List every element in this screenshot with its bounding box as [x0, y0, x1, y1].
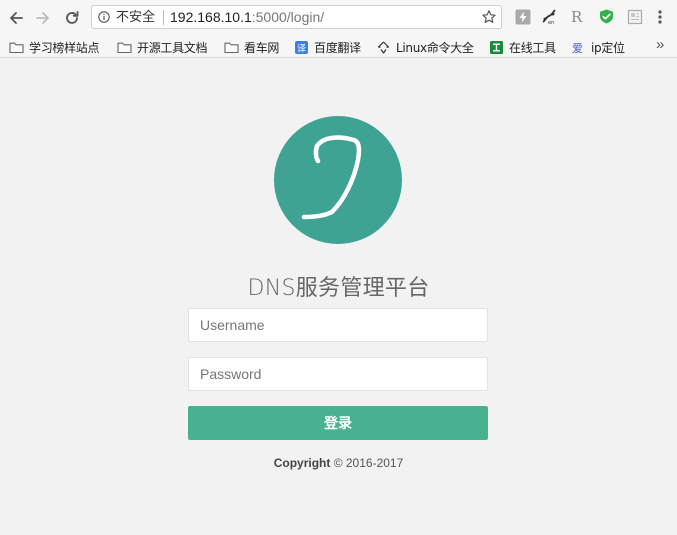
bookmark-label: 百度翻译: [314, 40, 361, 55]
bookmark-item[interactable]: 学习榜样站点: [9, 38, 100, 56]
linux-icon: [376, 41, 391, 54]
login-button[interactable]: 登录: [188, 406, 488, 440]
bookmark-label: 看车网: [244, 40, 280, 55]
bookmark-label: ip定位: [591, 40, 625, 55]
forward-arrow-icon: [36, 12, 49, 24]
svg-text:en: en: [548, 20, 554, 25]
bookmark-label: 学习榜样站点: [29, 40, 100, 55]
bookmark-item[interactable]: Linux命令大全: [376, 38, 474, 56]
address-bar[interactable]: 不安全 192.168.10.1:5000/login/: [91, 5, 502, 29]
forward-button[interactable]: [32, 7, 54, 29]
bookmark-item[interactable]: 看车网: [224, 38, 279, 56]
reload-icon: [66, 11, 79, 24]
page-title: DNS服务管理平台: [247, 276, 430, 301]
location-icon: 爱: [571, 41, 586, 54]
url-text[interactable]: 192.168.10.1:5000/login/: [170, 10, 324, 25]
bookmark-label: 开源工具文档: [137, 40, 208, 55]
brand-logo-icon: [274, 116, 402, 244]
shield-extension-icon[interactable]: [598, 8, 615, 25]
r-extension-icon[interactable]: R: [569, 8, 586, 25]
svg-text:R: R: [571, 8, 583, 25]
folder-icon: [117, 41, 132, 54]
bookmark-item[interactable]: 爱 ip定位: [571, 38, 626, 56]
folder-icon: [224, 41, 239, 54]
security-label[interactable]: 不安全: [116, 10, 155, 25]
back-button[interactable]: [5, 7, 27, 29]
svg-text:译: 译: [297, 43, 306, 54]
bookmark-item[interactable]: 译 百度翻译: [294, 38, 361, 56]
bookmark-star-icon[interactable]: [481, 9, 497, 25]
bookmark-item[interactable]: 在线工具: [489, 38, 556, 56]
browser-toolbar: 不安全 192.168.10.1:5000/login/ en R: [0, 0, 677, 36]
address-divider: [163, 10, 164, 25]
lightning-extension-icon[interactable]: [514, 8, 531, 25]
reload-button[interactable]: [61, 7, 83, 29]
note-extension-icon[interactable]: [626, 8, 643, 25]
url-host: 192.168.10.1: [170, 9, 252, 25]
copyright-text: Copyright © 2016-2017: [0, 456, 677, 470]
svg-text:爱: 爱: [572, 42, 583, 54]
username-input[interactable]: [188, 308, 488, 342]
bookmarks-more-button[interactable]: »: [656, 36, 664, 53]
password-input[interactable]: [188, 357, 488, 391]
menu-kebab-icon[interactable]: [651, 8, 668, 25]
tracker-extension-icon[interactable]: en: [541, 8, 558, 25]
url-path: :5000/login/: [251, 9, 325, 25]
back-arrow-icon: [10, 12, 23, 24]
copyright-years: © 2016-2017: [330, 456, 404, 470]
bookmark-label: Linux命令大全: [396, 40, 474, 55]
login-page: DNS服务管理平台 登录 Copyright © 2016-2017: [0, 58, 677, 535]
copyright-label: Copyright: [273, 456, 331, 470]
folder-icon: [9, 41, 24, 54]
tools-icon: [489, 40, 504, 54]
bookmark-label: 在线工具: [509, 40, 556, 55]
info-icon[interactable]: [98, 11, 110, 23]
bookmark-item[interactable]: 开源工具文档: [117, 38, 208, 56]
translate-icon: 译: [294, 40, 309, 54]
bookmarks-bar: 学习榜样站点 开源工具文档 看车网 译 百度翻译 Linux命令大全 在线工具 …: [0, 36, 677, 58]
